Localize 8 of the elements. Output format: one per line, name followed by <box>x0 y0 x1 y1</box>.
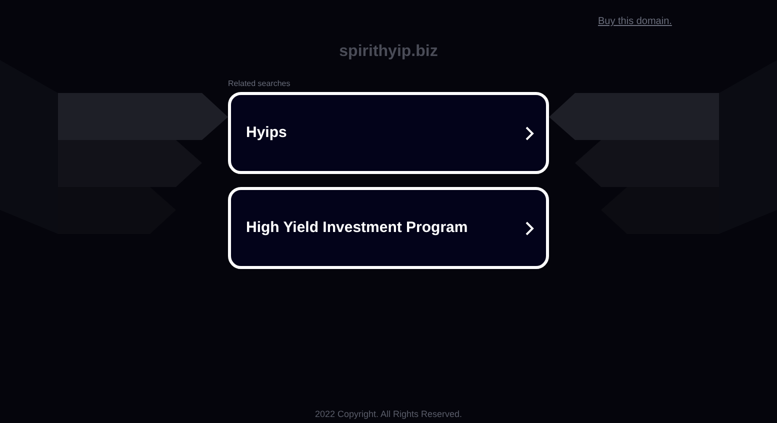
related-searches-label: Related searches <box>228 78 292 90</box>
search-result-button[interactable]: High Yield Investment Program <box>228 187 549 269</box>
buy-domain-link[interactable]: Buy this domain. <box>598 14 672 29</box>
chevron-icon <box>525 220 534 236</box>
domain-title: spirithyip.biz <box>339 43 438 60</box>
copyright-text: 2022 Copyright. All Rights Reserved. <box>314 408 462 418</box>
chevron-icon <box>525 126 534 140</box>
search-result-button[interactable]: Hyips <box>228 92 549 174</box>
